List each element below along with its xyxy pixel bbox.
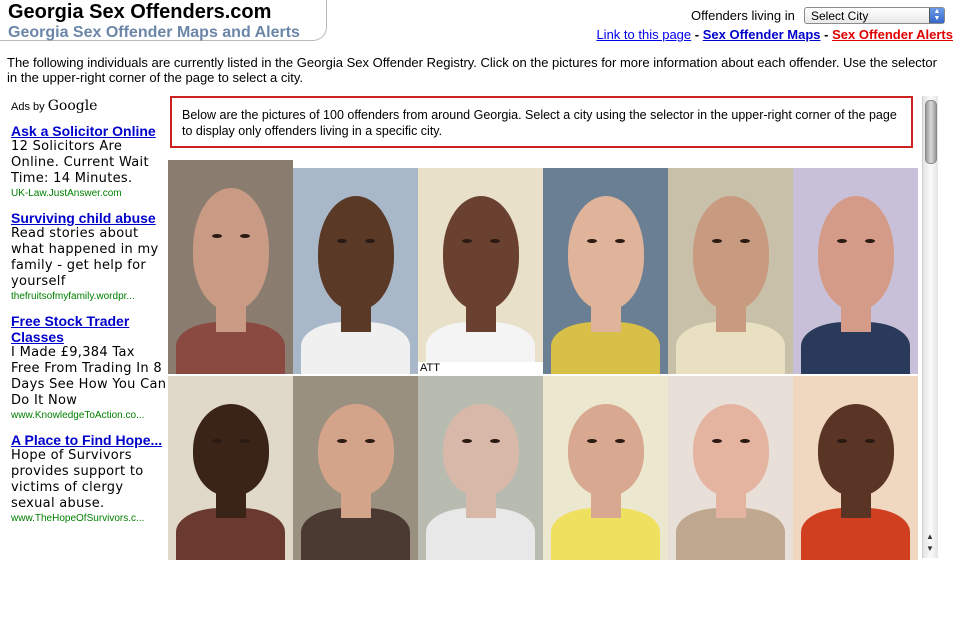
offender-eye xyxy=(462,438,472,443)
photo-caption: ATT xyxy=(418,362,543,374)
offender-photo[interactable] xyxy=(168,160,293,374)
offender-face xyxy=(818,196,894,310)
offender-photo[interactable] xyxy=(793,376,918,560)
offender-photo[interactable] xyxy=(668,168,793,374)
ad-title-link[interactable]: Ask a Solicitor Online xyxy=(11,123,167,139)
link-separator: - xyxy=(824,27,829,42)
ad-url[interactable]: UK-Law.JustAnswer.com xyxy=(11,187,167,200)
ad-body: I Made £9,384 Tax Free From Trading In 8… xyxy=(11,345,167,408)
offender-eye xyxy=(712,438,722,443)
ad-item: Ask a Solicitor Online 12 Solicitors Are … xyxy=(11,123,167,200)
offender-eye xyxy=(490,438,500,443)
ad-title-link[interactable]: Free Stock Trader Classes xyxy=(11,313,167,345)
ad-item: Free Stock Trader Classes I Made £9,384 T… xyxy=(11,313,167,422)
intro-text: The following individuals are currently … xyxy=(7,55,937,85)
scrollbar[interactable]: ▲ ▼ xyxy=(922,96,938,558)
offender-eye xyxy=(212,438,222,443)
offender-face xyxy=(193,404,269,496)
offender-face xyxy=(318,196,394,310)
offender-eye xyxy=(740,438,750,443)
sex-offender-maps-link[interactable]: Sex Offender Maps xyxy=(703,27,821,42)
sex-offender-alerts-link[interactable]: Sex Offender Alerts xyxy=(832,27,953,42)
ads-label: Ads by xyxy=(11,101,45,113)
offender-eye xyxy=(865,438,875,443)
offender-eye xyxy=(837,438,847,443)
ad-title-link[interactable]: A Place to Find Hope... xyxy=(11,432,167,448)
offender-face xyxy=(443,404,519,496)
scroll-up-icon[interactable]: ▲ xyxy=(926,532,934,541)
offender-eye xyxy=(365,438,375,443)
offender-face xyxy=(193,188,269,310)
offender-photo[interactable] xyxy=(418,376,543,560)
ad-title-link[interactable]: Surviving child abuse xyxy=(11,210,167,226)
offender-face xyxy=(443,196,519,310)
offender-photo[interactable] xyxy=(543,168,668,374)
offender-eye xyxy=(240,438,250,443)
top-links: Link to this page - Sex Offender Maps - … xyxy=(596,27,953,42)
ad-url[interactable]: www.TheHopeOfSurvivors.c... xyxy=(11,512,167,525)
site-subtitle: Georgia Sex Offender Maps and Alerts xyxy=(8,24,300,41)
ad-item: A Place to Find Hope... Hope of Survivors… xyxy=(11,432,167,525)
offender-photo[interactable] xyxy=(668,376,793,560)
city-select[interactable]: Select City ▲ ▼ xyxy=(804,7,945,24)
offender-face xyxy=(818,404,894,496)
site-title-box: Georgia Sex Offenders.com Georgia Sex Of… xyxy=(0,0,327,41)
offender-photo[interactable] xyxy=(293,168,418,374)
offender-face xyxy=(693,404,769,496)
link-to-page[interactable]: Link to this page xyxy=(596,27,691,42)
offender-photo[interactable]: ATT xyxy=(418,168,543,374)
ad-body: 12 Solicitors Are Online. Current Wait T… xyxy=(11,139,149,186)
offender-eye xyxy=(615,438,625,443)
scrollbar-thumb[interactable] xyxy=(925,100,937,164)
site-title[interactable]: Georgia Sex Offenders.com xyxy=(8,1,271,24)
offender-eye xyxy=(587,438,597,443)
ad-url[interactable]: www.KnowledgeToAction.co... xyxy=(11,409,167,422)
offender-face xyxy=(318,404,394,496)
google-logo: Google xyxy=(47,98,98,114)
ads-by-google[interactable]: Ads by Google xyxy=(11,98,97,114)
offender-face xyxy=(693,196,769,310)
city-selector-label: Offenders living in xyxy=(691,8,795,23)
city-select-value: Select City xyxy=(811,9,869,23)
ads-list: Ask a Solicitor Online 12 Solicitors Are … xyxy=(11,123,167,535)
ad-body: Read stories about what happened in my f… xyxy=(11,226,159,289)
offender-face xyxy=(568,196,644,310)
ad-body: Hope of Survivors provides support to vi… xyxy=(11,448,144,511)
link-separator: - xyxy=(694,27,700,42)
offender-photo[interactable] xyxy=(293,376,418,560)
select-arrows-icon: ▲ ▼ xyxy=(929,8,944,23)
offender-eye xyxy=(337,438,347,443)
offender-photo[interactable] xyxy=(543,376,668,560)
offender-face xyxy=(568,404,644,496)
notice-box: Below are the pictures of 100 offenders … xyxy=(170,96,913,148)
offender-photo[interactable] xyxy=(793,168,918,374)
scroll-down-icon[interactable]: ▼ xyxy=(926,544,934,553)
ad-item: Surviving child abuse Read stories about … xyxy=(11,210,167,303)
ad-url[interactable]: thefruitsofmyfamily.wordpr... xyxy=(11,290,167,303)
offender-photo[interactable] xyxy=(168,376,293,560)
